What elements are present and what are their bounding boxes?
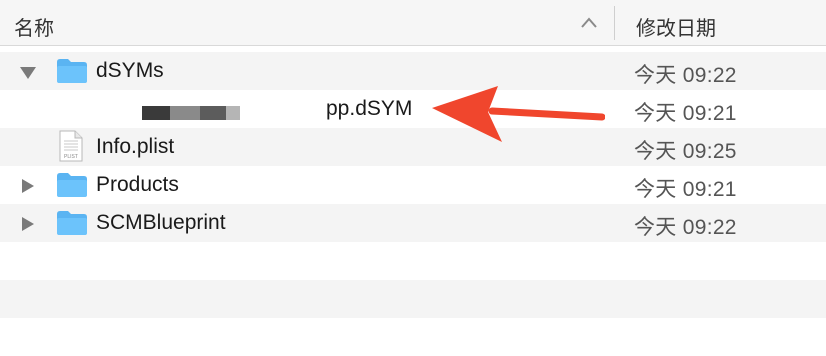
modified-date: 今天 09:25 <box>634 140 737 163</box>
name-column-header[interactable]: 名称 <box>14 12 54 41</box>
list-item-products[interactable]: Products 今天 09:21 <box>0 166 826 204</box>
list-item-dsyms[interactable]: dSYMs 今天 09:22 <box>0 52 826 90</box>
date-modified-column-header[interactable]: 修改日期 <box>636 12 716 41</box>
file-name: Products <box>96 173 179 196</box>
finder-list-view: 名称 修改日期 dSYMs 今天 09:22 pp.dSYM 今天 09:21 <box>0 0 826 352</box>
folder-icon <box>57 59 87 83</box>
file-name: dSYMs <box>96 59 164 82</box>
modified-date: 今天 09:21 <box>634 102 737 125</box>
redacted-block <box>226 106 240 120</box>
list-item-info-plist[interactable]: PLIST Info.plist 今天 09:25 <box>0 128 826 166</box>
redacted-block <box>170 106 200 120</box>
redacted-block <box>142 106 170 120</box>
column-divider[interactable] <box>614 6 615 40</box>
file-name: SCMBlueprint <box>96 211 226 234</box>
file-name: Info.plist <box>96 135 175 158</box>
list-item-dsym-file[interactable]: pp.dSYM 今天 09:21 <box>0 90 826 128</box>
folder-icon <box>57 173 87 197</box>
disclosure-collapsed-icon[interactable] <box>19 178 37 194</box>
disclosure-expanded-icon[interactable] <box>19 64 37 80</box>
empty-row <box>0 242 826 280</box>
folder-icon <box>57 211 87 235</box>
disclosure-collapsed-icon[interactable] <box>19 216 37 232</box>
modified-date: 今天 09:22 <box>634 64 737 87</box>
file-name: pp.dSYM <box>326 97 413 120</box>
column-header: 名称 修改日期 <box>0 0 826 46</box>
modified-date: 今天 09:22 <box>634 216 737 239</box>
modified-date: 今天 09:21 <box>634 178 737 201</box>
plist-badge-label: PLIST <box>64 154 78 160</box>
redacted-block <box>200 106 226 120</box>
empty-row <box>0 280 826 318</box>
list-item-scmblueprint[interactable]: SCMBlueprint 今天 09:22 <box>0 204 826 242</box>
red-arrow-annotation-icon <box>432 86 605 142</box>
plist-file-icon: PLIST <box>59 130 83 162</box>
empty-row <box>0 318 826 356</box>
sort-ascending-icon[interactable] <box>578 14 600 32</box>
